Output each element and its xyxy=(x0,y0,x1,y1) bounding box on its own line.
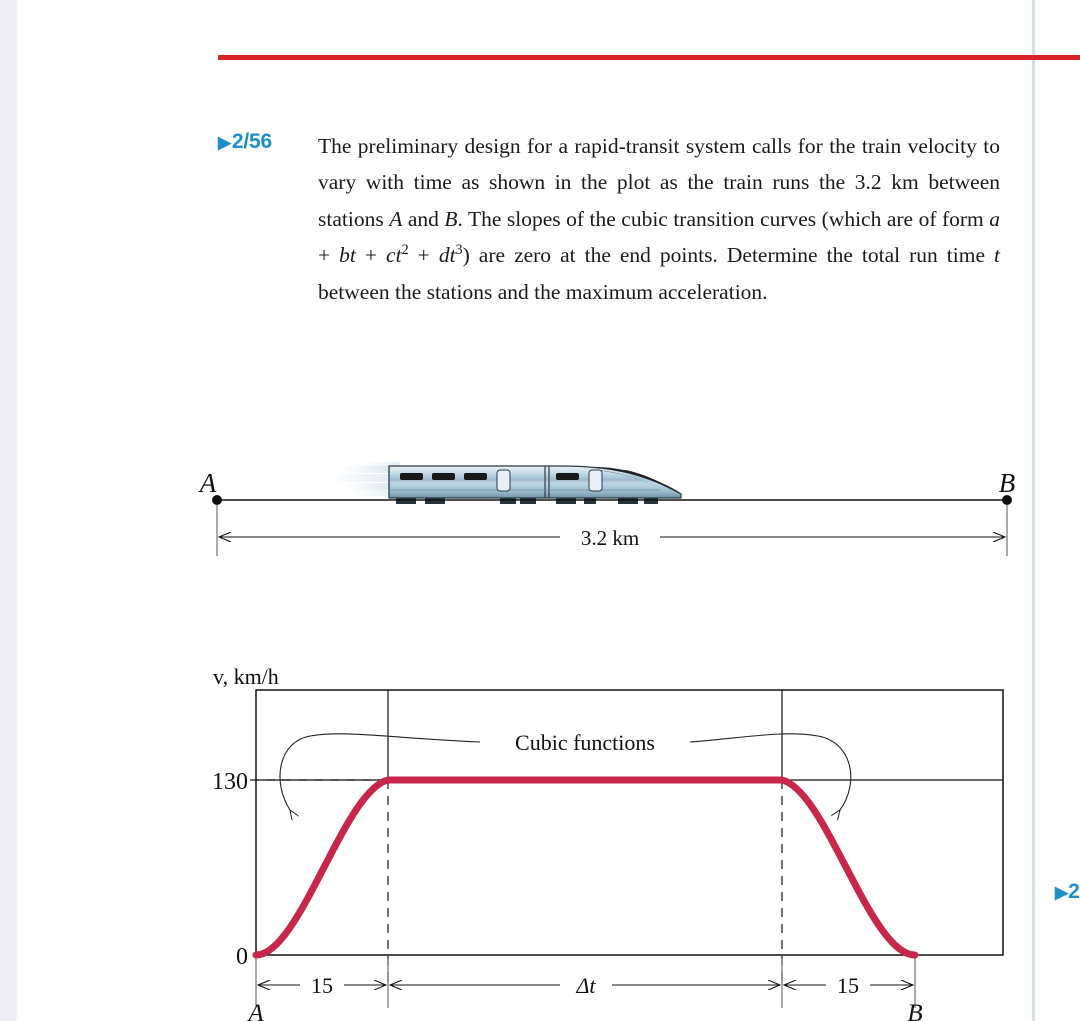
next-problem-number: 2 xyxy=(1068,880,1080,903)
distance-label: 3.2 km xyxy=(581,526,639,550)
x-endpoint-a: A xyxy=(246,1000,264,1021)
x-endpoint-b: B xyxy=(907,1000,922,1021)
x-dimensions: 15 Δt 15 A B xyxy=(246,958,923,1021)
x-dim-ramp-down: 15 xyxy=(837,973,859,998)
y-tick-130: 130 xyxy=(212,769,248,795)
y-axis-label: v, km/h xyxy=(213,664,279,689)
station-a-label: A xyxy=(198,468,217,498)
next-problem-triangle-icon: ▶ xyxy=(1055,883,1069,902)
velocity-plot: v, km/h 130 0 Cubic functions 15 Δt 15 A… xyxy=(212,664,1004,1021)
next-problem-marker[interactable]: ▶2 xyxy=(1055,880,1080,904)
y-tick-0: 0 xyxy=(236,944,248,970)
track-diagram: A B 3.2 km xyxy=(198,462,1016,556)
station-b-label: B xyxy=(999,468,1016,498)
train-illustration xyxy=(388,465,682,504)
x-dim-cruise: Δt xyxy=(575,973,596,998)
velocity-curve xyxy=(252,776,919,959)
x-dim-ramp-up: 15 xyxy=(311,973,333,998)
page-root: ▶2/56 The preliminary design for a rapid… xyxy=(0,0,1080,1021)
figure-layer: A B 3.2 km v, km/h 130 0 Cubic functions… xyxy=(198,462,1016,1021)
cubic-functions-label: Cubic functions xyxy=(515,730,655,755)
